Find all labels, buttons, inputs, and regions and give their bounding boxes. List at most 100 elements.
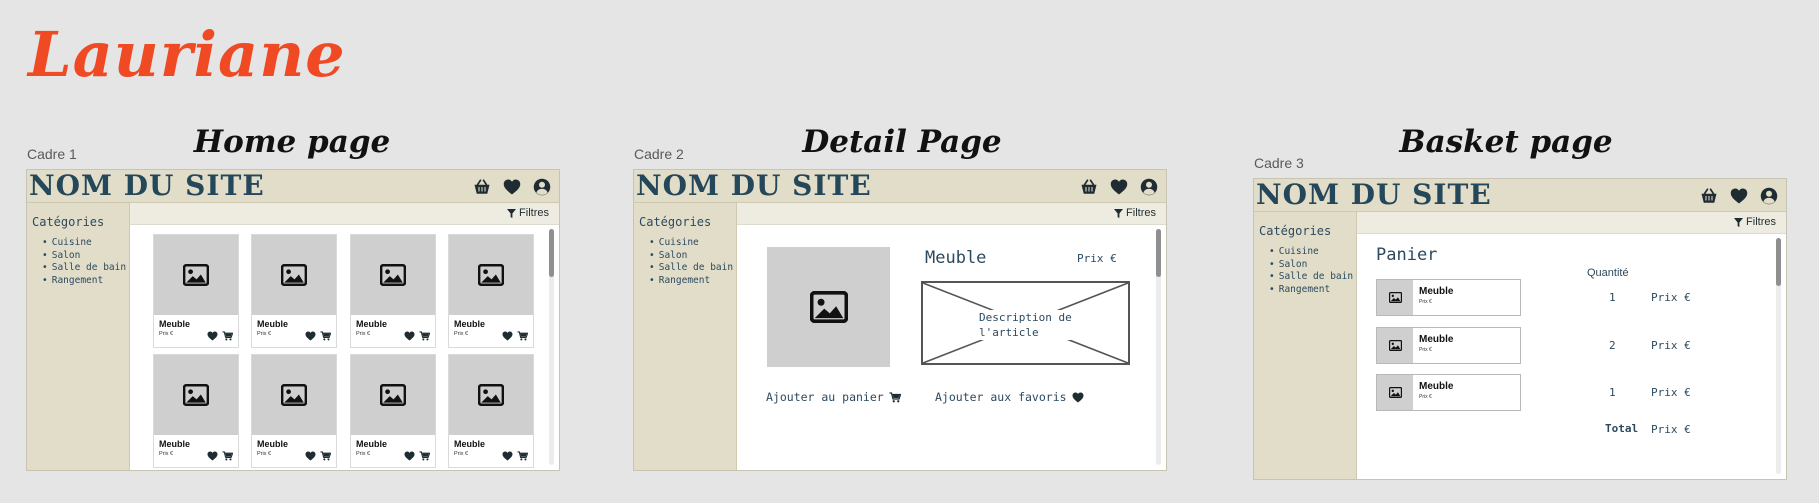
category-item-rangement[interactable]: Rangement [649,275,733,288]
basket-item[interactable]: Meuble Prix € [1376,279,1521,316]
image-icon [183,384,209,406]
heart-icon[interactable] [1730,187,1748,205]
filter-icon [1734,218,1743,227]
cart-icon[interactable] [320,331,331,341]
filter-label: Filtres [519,207,549,219]
category-item-salon[interactable]: Salon [1269,259,1353,272]
heart-icon[interactable] [404,331,415,341]
product-price: Prix € [454,451,469,457]
basket-item-quantity[interactable]: 1 [1609,291,1616,304]
heart-icon[interactable] [502,331,513,341]
image-icon [1389,387,1402,398]
category-item-salon[interactable]: Salon [42,250,126,263]
heart-icon[interactable] [502,451,513,461]
filter-button[interactable]: Filtres [507,207,549,219]
category-item-cuisine[interactable]: Cuisine [1269,246,1353,259]
cart-icon[interactable] [320,451,331,461]
category-item-cuisine[interactable]: Cuisine [42,237,126,250]
product-card[interactable]: Meuble Prix € [448,354,534,468]
cart-icon[interactable] [517,451,528,461]
product-name: Meuble [159,319,191,329]
product-card[interactable]: Meuble Prix € [350,354,436,468]
brand-title: Lauriane [28,18,346,91]
quantity-header: Quantité [1587,267,1629,279]
filter-button[interactable]: Filtres [1114,207,1156,219]
product-image [449,355,533,435]
product-card[interactable]: Meuble Prix € [350,234,436,348]
cart-icon[interactable] [222,331,233,341]
add-to-cart-button[interactable]: Ajouter au panier [766,390,901,404]
category-item-rangement[interactable]: Rangement [1269,284,1353,297]
category-item-salle-de-bain[interactable]: Salle de bain [649,262,733,275]
site-name[interactable]: NOM DU SITE [636,170,872,202]
site-name[interactable]: NOM DU SITE [1256,179,1492,211]
heart-icon[interactable] [305,331,316,341]
cart-icon[interactable] [222,451,233,461]
basket-item[interactable]: Meuble Prix € [1376,374,1521,411]
category-item-rangement[interactable]: Rangement [42,275,126,288]
product-card[interactable]: Meuble Prix € [251,354,337,468]
detail-page-heading: Detail Page [802,124,1002,160]
filter-button[interactable]: Filtres [1734,216,1776,228]
product-price: Prix € [454,331,469,337]
basket-icon[interactable] [1080,178,1098,196]
basket-item-price: Prix € [1419,394,1432,400]
cart-icon[interactable] [517,331,528,341]
basket-item-name: Meuble [1419,381,1454,392]
product-image [767,247,890,367]
user-circle-icon[interactable] [533,178,551,196]
basket-page-heading: Basket page [1399,124,1613,160]
scrollbar[interactable] [1156,229,1161,465]
basket-icon[interactable] [1700,187,1718,205]
home-page-frame: NOM DU SITE Catégories Cuisine Salon Sal… [26,169,560,471]
add-to-favorites-button[interactable]: Ajouter aux favoris [935,390,1084,404]
category-item-salon[interactable]: Salon [649,250,733,263]
category-sidebar: Catégories Cuisine Salon Salle de bain R… [634,203,737,470]
product-price: Prix € [257,451,272,457]
detail-page-frame: NOM DU SITE Catégories Cuisine Salon Sal… [633,169,1167,471]
category-item-salle-de-bain[interactable]: Salle de bain [42,262,126,275]
image-icon [810,291,848,323]
product-price: Prix € [356,451,371,457]
category-item-salle-de-bain[interactable]: Salle de bain [1269,271,1353,284]
heart-icon[interactable] [207,451,218,461]
cart-icon[interactable] [419,451,430,461]
image-icon [478,384,504,406]
site-name[interactable]: NOM DU SITE [29,170,265,202]
product-card[interactable]: Meuble Prix € [251,234,337,348]
basket-line-price: Prix € [1651,386,1691,399]
basket-item-thumb [1377,280,1413,315]
product-price: Prix € [159,331,174,337]
heart-icon[interactable] [404,451,415,461]
heart-icon[interactable] [207,331,218,341]
basket-line-price: Prix € [1651,339,1691,352]
basket-item[interactable]: Meuble Prix € [1376,327,1521,364]
filter-bar: Filtres [1357,212,1786,234]
frame-label-detail: Cadre 2 [634,146,684,162]
product-card[interactable]: Meuble Prix € [153,354,239,468]
site-header: NOM DU SITE [634,170,1166,203]
basket-icon[interactable] [473,178,491,196]
scrollbar[interactable] [1776,238,1781,474]
scrollbar-thumb[interactable] [549,229,554,277]
basket-item-price: Prix € [1419,347,1432,353]
heart-icon[interactable] [1110,178,1128,196]
total-label: Total [1605,422,1639,435]
image-icon [478,264,504,286]
scrollbar-thumb[interactable] [1156,229,1161,277]
scrollbar[interactable] [549,229,554,465]
product-description: Description de l'article [979,310,1079,340]
product-description-placeholder: Description de l'article [921,281,1130,365]
cart-icon[interactable] [419,331,430,341]
product-image [351,235,435,315]
product-card[interactable]: Meuble Prix € [448,234,534,348]
category-item-cuisine[interactable]: Cuisine [649,237,733,250]
scrollbar-thumb[interactable] [1776,238,1781,286]
heart-icon[interactable] [503,178,521,196]
user-circle-icon[interactable] [1140,178,1158,196]
heart-icon[interactable] [305,451,316,461]
basket-item-quantity[interactable]: 2 [1609,339,1616,352]
user-circle-icon[interactable] [1760,187,1778,205]
basket-item-quantity[interactable]: 1 [1609,386,1616,399]
product-card[interactable]: Meuble Prix € [153,234,239,348]
